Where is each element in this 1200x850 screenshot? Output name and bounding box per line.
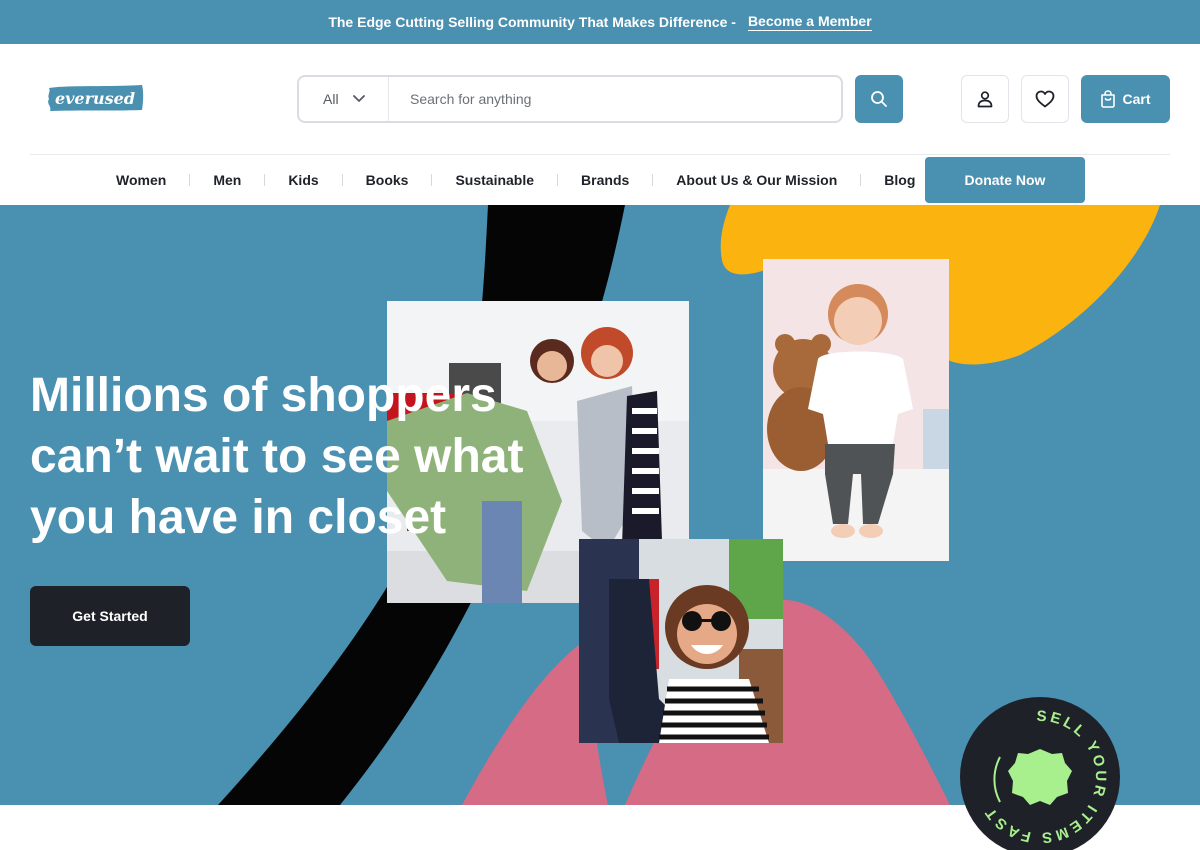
nav-item-books: Books: [343, 155, 433, 205]
category-value: All: [323, 91, 339, 107]
nav-link-kids[interactable]: Kids: [265, 172, 341, 188]
heart-icon: [1035, 90, 1055, 108]
search-input[interactable]: [410, 91, 810, 107]
photo-woman-sunglasses: [579, 539, 783, 743]
announcement-message: The Edge Cutting Selling Community That …: [328, 14, 736, 30]
chevron-down-icon: [352, 95, 365, 102]
nav-link-sustainable[interactable]: Sustainable: [432, 172, 557, 188]
donate-button[interactable]: Donate Now: [925, 157, 1085, 203]
nav-link-brands[interactable]: Brands: [558, 172, 652, 188]
get-started-button[interactable]: Get Started: [30, 586, 190, 646]
nav-link-men[interactable]: Men: [190, 172, 264, 188]
sell-badge-graphic: SELL YOUR ITEMS FAST: [960, 697, 1120, 850]
nav-link-about[interactable]: About Us & Our Mission: [653, 172, 860, 188]
nav-item-men: Men: [190, 155, 266, 205]
cart-label: Cart: [1122, 91, 1151, 107]
search-icon: [871, 91, 887, 107]
cart-button[interactable]: Cart: [1081, 75, 1170, 123]
logo[interactable]: everused: [46, 84, 144, 112]
become-member-link[interactable]: Become a Member: [747, 13, 872, 31]
category-select[interactable]: All: [299, 77, 389, 121]
site-header: everused All Cart: [0, 44, 1200, 154]
photo-toddler-teddy: [763, 259, 949, 561]
nav-list: Women Men Kids Books Sustainable Brands …: [93, 155, 940, 205]
user-icon: [977, 91, 993, 108]
announcement-bar: The Edge Cutting Selling Community That …: [0, 0, 1200, 44]
nav-item-brands: Brands: [558, 155, 654, 205]
logo-text: everused: [54, 88, 136, 108]
nav-link-women[interactable]: Women: [93, 172, 189, 188]
wishlist-button[interactable]: [1021, 75, 1069, 123]
nav-item-kids: Kids: [265, 155, 343, 205]
sell-items-badge[interactable]: SELL YOUR ITEMS FAST: [960, 697, 1120, 850]
account-button[interactable]: [961, 75, 1009, 123]
nav-item-women: Women: [93, 155, 191, 205]
nav-item-sustainable: Sustainable: [432, 155, 559, 205]
main-nav: Women Men Kids Books Sustainable Brands …: [0, 155, 1200, 205]
search-button[interactable]: [855, 75, 903, 123]
shopping-bag-icon: [1101, 90, 1116, 108]
search-bar: All: [297, 75, 843, 123]
nav-link-books[interactable]: Books: [343, 172, 432, 188]
hero-headline: Millions of shoppers can’t wait to see w…: [30, 369, 524, 544]
nav-item-about: About Us & Our Mission: [653, 155, 862, 205]
